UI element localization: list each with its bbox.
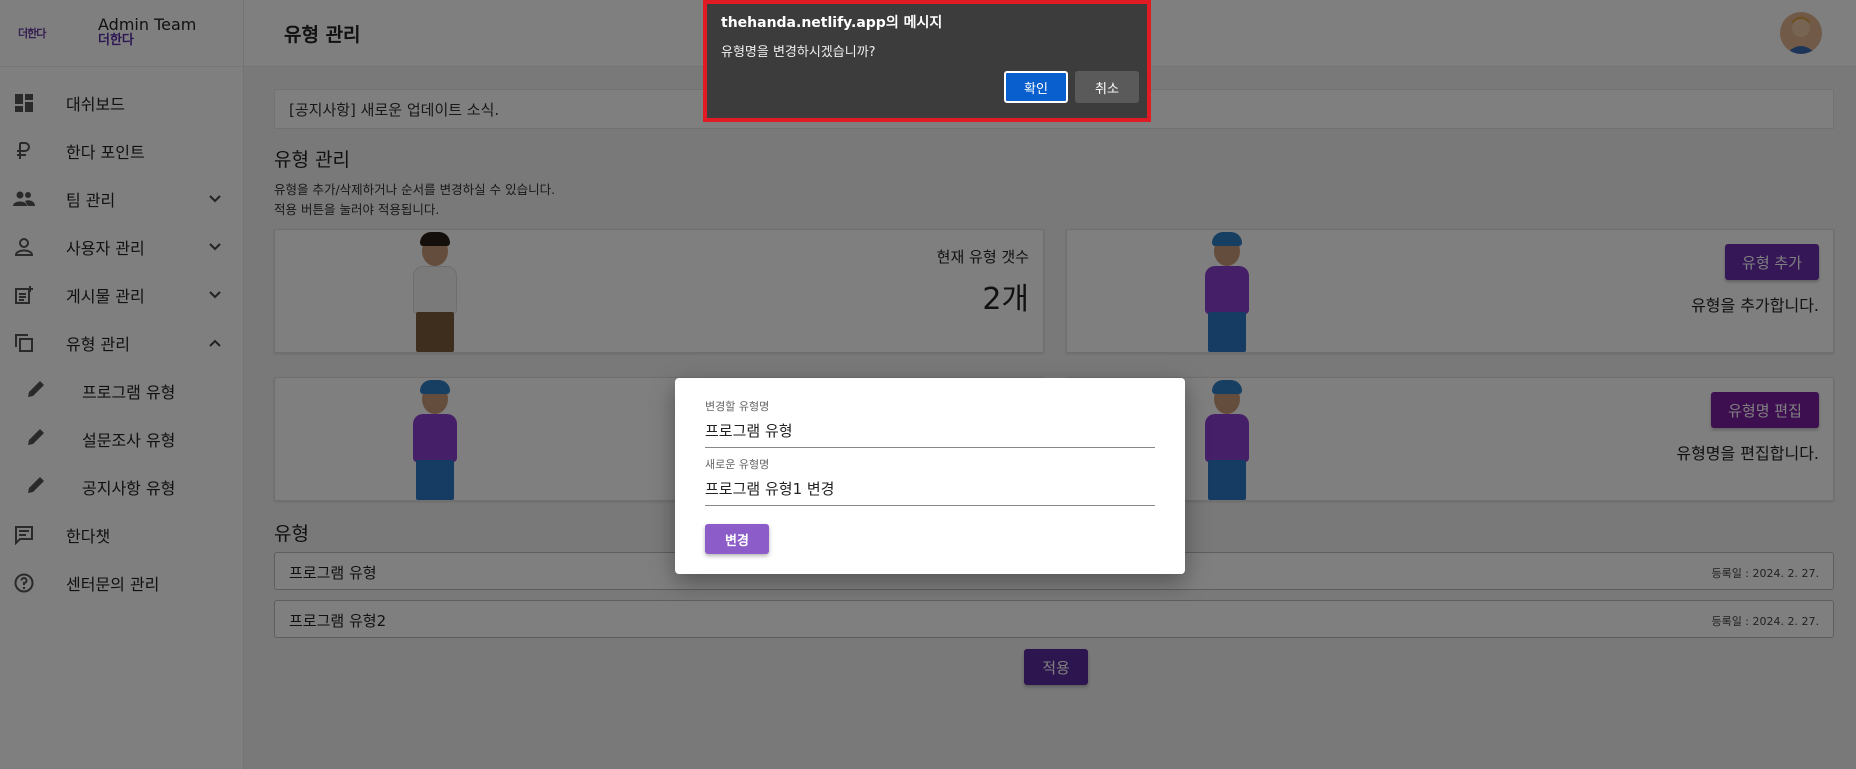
dialog-title: thehanda.netlify.app의 메시지 xyxy=(721,15,943,31)
confirm-dialog: thehanda.netlify.app의 메시지 유형명을 변경하시겠습니까?… xyxy=(703,0,1151,122)
dialog-message: 유형명을 변경하시겠습니까? xyxy=(721,45,876,60)
rename-type-modal: 변경할 유형명 프로그램 유형 새로운 유형명 프로그램 유형1 변경 변경 xyxy=(675,378,1185,574)
new-type-label: 새로운 유형명 xyxy=(705,458,770,471)
confirm-ok-button[interactable]: 확인 xyxy=(1004,71,1068,103)
new-type-field[interactable]: 새로운 유형명 프로그램 유형1 변경 xyxy=(705,456,1155,506)
new-type-input[interactable]: 프로그램 유형1 변경 xyxy=(705,478,1155,506)
current-type-label: 변경할 유형명 xyxy=(705,400,770,413)
current-type-value[interactable]: 프로그램 유형 xyxy=(705,420,1155,448)
confirm-cancel-button[interactable]: 취소 xyxy=(1075,71,1139,103)
change-button[interactable]: 변경 xyxy=(705,524,769,554)
current-type-field[interactable]: 변경할 유형명 프로그램 유형 xyxy=(705,398,1155,448)
